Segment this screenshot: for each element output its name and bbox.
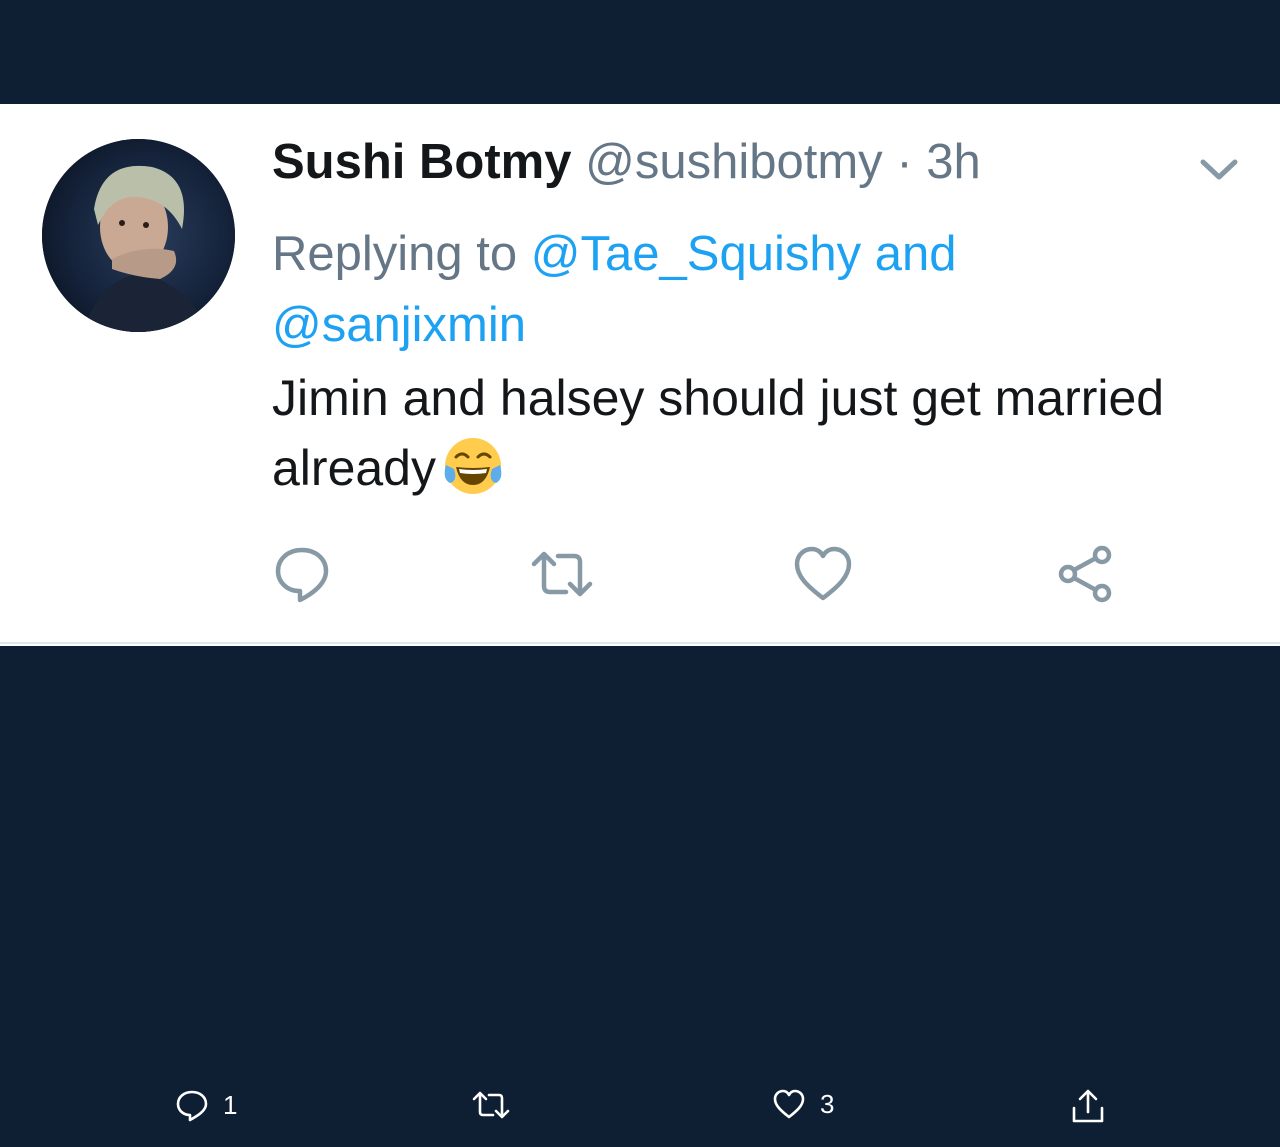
bottom-like-button[interactable]: 3: [772, 1088, 834, 1120]
tweet-header: Sushi Botmy @sushibotmy · 3h: [272, 134, 981, 190]
share-icon[interactable]: [1053, 542, 1117, 606]
reply-count: 1: [223, 1089, 238, 1120]
avatar-image: [42, 139, 235, 332]
avatar[interactable]: [42, 139, 235, 332]
replying-to: Replying to @Tae_Squishy and @sanjixmin: [272, 219, 1032, 361]
chevron-down-icon[interactable]: [1197, 150, 1241, 186]
reply-icon[interactable]: [270, 542, 334, 606]
mention-link[interactable]: @Tae_Squishy: [531, 227, 861, 281]
retweet-icon[interactable]: [530, 542, 594, 606]
divider: [0, 642, 1280, 644]
replying-prefix: Replying to: [272, 227, 518, 281]
separator: ·: [896, 135, 913, 189]
tweet-text: Jimin and halsey should just get married…: [272, 363, 1252, 503]
reply-icon: [176, 1090, 208, 1122]
heart-icon[interactable]: [791, 542, 855, 606]
timestamp[interactable]: 3h: [926, 135, 981, 189]
tweet-body: Jimin and halsey should just get married…: [272, 370, 1165, 496]
bottom-action-bar: 1 3: [0, 1078, 1280, 1138]
bottom-retweet-button[interactable]: [472, 1088, 510, 1122]
display-name[interactable]: Sushi Botmy: [272, 135, 571, 189]
mention-joiner: and: [874, 227, 957, 281]
bottom-share-button[interactable]: [1071, 1088, 1105, 1124]
tears-of-joy-emoji-icon: [444, 438, 502, 494]
mention-link[interactable]: @sanjixmin: [272, 298, 526, 352]
like-count: 3: [820, 1088, 835, 1119]
retweet-icon: [472, 1091, 510, 1119]
heart-icon: [773, 1089, 805, 1119]
user-handle[interactable]: @sushibotmy: [585, 135, 883, 189]
share-upload-icon: [1072, 1089, 1104, 1123]
bottom-reply-button[interactable]: 1: [175, 1088, 237, 1122]
